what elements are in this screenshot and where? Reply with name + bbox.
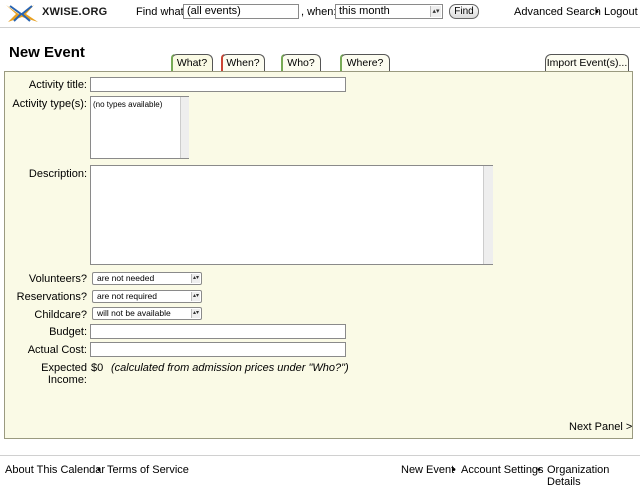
find-button[interactable]: Find (449, 4, 479, 19)
chevron-updown-icon: ▴▾ (191, 292, 200, 301)
description-scrollbar[interactable] (483, 166, 493, 264)
separator: • (452, 464, 456, 476)
expected-income-note: (calculated from admission prices under … (111, 362, 349, 374)
reservations-select[interactable]: are not required ▴▾ (92, 290, 202, 303)
reservations-select-value: are not required (97, 291, 158, 301)
organization-details-link[interactable]: Organization Details (547, 464, 640, 488)
volunteers-label: Volunteers? (28, 273, 87, 285)
childcare-select-value: will not be available (97, 308, 171, 318)
description-label: Description: (28, 168, 87, 180)
activity-types-empty-text: (no types available) (93, 100, 163, 109)
page-title: New Event (9, 44, 85, 61)
divider (0, 27, 640, 28)
activity-types-scrollbar[interactable] (180, 97, 189, 158)
activity-title-label: Activity title: (28, 79, 87, 91)
account-settings-link[interactable]: Account Settings (461, 464, 544, 476)
separator: • (595, 6, 599, 18)
tab-who[interactable]: Who? (281, 54, 321, 72)
divider (0, 455, 640, 456)
tab-label: Import Event(s)... (546, 57, 628, 69)
when-label: , when: (301, 6, 337, 18)
chevron-updown-icon: ▴▾ (191, 309, 200, 318)
logout-link[interactable]: Logout (604, 6, 638, 18)
tab-label: Where? (346, 57, 384, 69)
when-select-value: this month (339, 5, 390, 17)
find-what-input[interactable]: (all events) (183, 4, 299, 19)
tab-label: Who? (287, 57, 315, 69)
advanced-search-link[interactable]: Advanced Search (514, 6, 601, 18)
about-calendar-link[interactable]: About This Calendar (5, 464, 105, 476)
new-event-link[interactable]: New Event (401, 464, 454, 476)
volunteers-select-value: are not needed (97, 273, 155, 283)
find-what-label: Find what: (136, 6, 187, 18)
budget-label: Budget: (49, 326, 87, 338)
activity-types-list[interactable]: (no types available) (90, 96, 189, 159)
childcare-label: Childcare? (34, 309, 87, 321)
expected-income-value: $0 (91, 362, 104, 374)
budget-input[interactable] (90, 324, 346, 339)
actual-cost-input[interactable] (90, 342, 346, 357)
tab-import-events[interactable]: Import Event(s)... (545, 54, 629, 71)
tab-what[interactable]: What? (171, 54, 213, 72)
tab-when[interactable]: When? (221, 54, 265, 72)
terms-of-service-link[interactable]: Terms of Service (107, 464, 189, 476)
volunteers-select[interactable]: are not needed ▴▾ (92, 272, 202, 285)
activity-title-input[interactable] (90, 77, 346, 92)
description-textarea[interactable] (90, 165, 493, 265)
separator: • (97, 464, 101, 476)
when-select[interactable]: this month ▴▾ (335, 4, 443, 19)
activity-types-label: Activity type(s): (12, 98, 87, 110)
chevron-updown-icon: ▴▾ (191, 274, 200, 283)
tab-label: What? (176, 57, 208, 69)
actual-cost-label: Actual Cost: (27, 344, 87, 356)
tab-label: When? (226, 57, 260, 69)
chevron-updown-icon: ▴▾ (430, 6, 441, 17)
expected-income-label: Expected Income: (41, 362, 87, 386)
childcare-select[interactable]: will not be available ▴▾ (92, 307, 202, 320)
next-panel-link[interactable]: Next Panel > (569, 421, 632, 433)
reservations-label: Reservations? (16, 291, 87, 303)
tab-where[interactable]: Where? (340, 54, 390, 72)
separator: • (537, 464, 541, 476)
logo-text[interactable]: XWISE.ORG (42, 6, 107, 18)
